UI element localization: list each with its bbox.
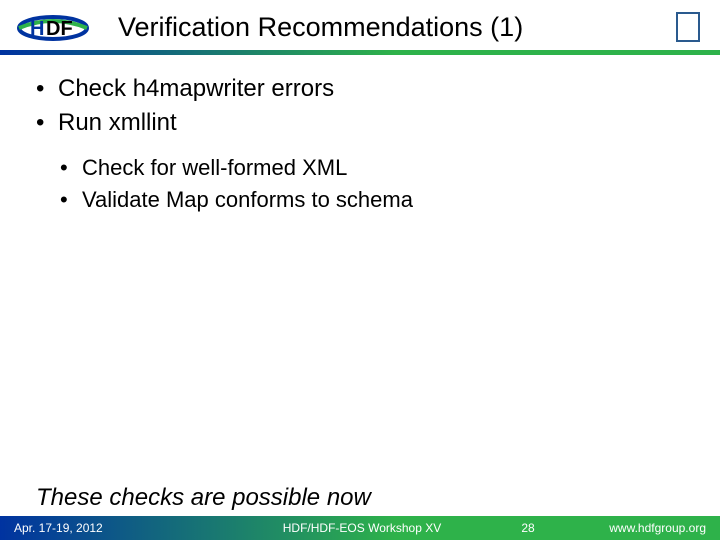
slide: H DF Verification Recommendations (1) Ch… <box>0 0 720 540</box>
list-item: Run xmllint <box>36 107 684 139</box>
footer-event: HDF/HDF-EOS Workshop XV <box>224 521 500 535</box>
slide-header: H DF Verification Recommendations (1) <box>0 0 720 50</box>
footer-date: Apr. 17-19, 2012 <box>14 521 224 535</box>
list-item: Check h4mapwriter errors <box>36 73 684 105</box>
svg-text:DF: DF <box>46 18 73 40</box>
slide-title: Verification Recommendations (1) <box>92 12 676 43</box>
footer-url: www.hdfgroup.org <box>556 521 706 535</box>
corner-box-icon <box>676 12 700 42</box>
slide-footer: Apr. 17-19, 2012 HDF/HDF-EOS Workshop XV… <box>0 516 720 540</box>
footer-page-number: 28 <box>500 521 556 535</box>
list-item: Check for well-formed XML <box>60 152 684 184</box>
slide-body: Check h4mapwriter errors Run xmllint Che… <box>0 55 720 484</box>
sub-bullet-list: Check for well-formed XML Validate Map c… <box>60 152 684 216</box>
list-item: Validate Map conforms to schema <box>60 184 684 216</box>
callout-text: These checks are possible now <box>0 484 720 516</box>
svg-text:H: H <box>30 18 44 40</box>
hdf-logo: H DF <box>14 10 92 44</box>
bullet-list: Check h4mapwriter errors Run xmllint <box>36 73 684 140</box>
